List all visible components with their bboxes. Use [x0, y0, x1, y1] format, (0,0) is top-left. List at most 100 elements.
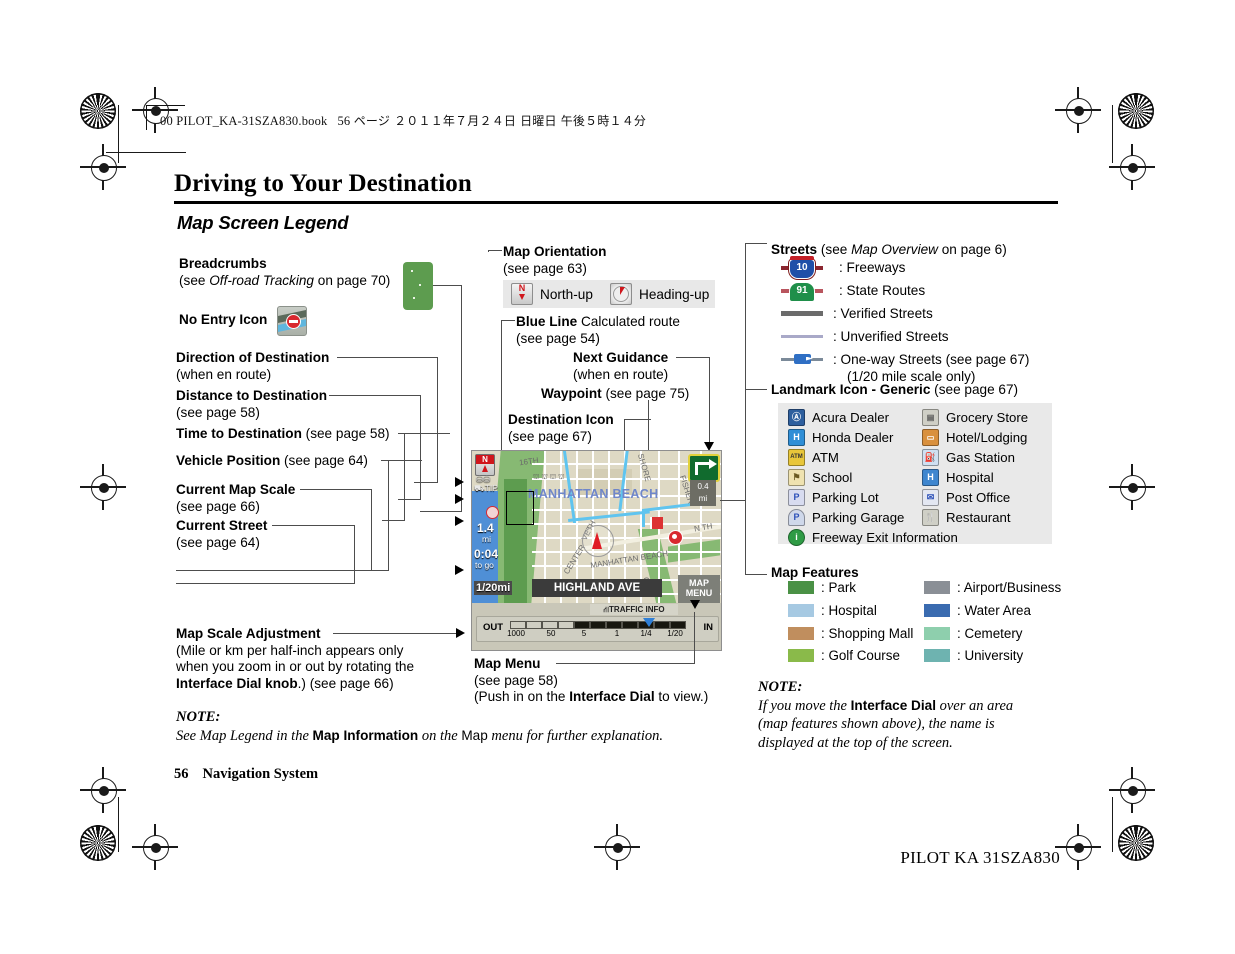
parking-lot-icon: P	[788, 489, 805, 506]
streets-row-label: : Verified Streets	[833, 306, 933, 321]
distance-to-destination-value: 1.4	[477, 521, 494, 535]
map-scale-adjustment-bar[interactable]: ⛙TRAFFIC INFO OUT IN 1000 50 5 1 1/4 1/2…	[472, 603, 721, 650]
hospital-color-swatch	[788, 604, 814, 617]
direction-to-destination-icon	[486, 506, 499, 519]
map-scale-adjustment-bold: Map Scale Adjustment	[176, 626, 321, 641]
map-orientation-indicator[interactable]: N	[475, 454, 495, 476]
label-distance-bold: Distance to Destination	[176, 388, 328, 403]
airport-business-color-swatch	[924, 581, 950, 594]
label-direction-sub: (when en route)	[176, 366, 272, 382]
note-right-head: NOTE:	[758, 679, 803, 695]
golf-course-color-swatch	[788, 649, 814, 662]
freeway-exit-info-icon: i	[788, 529, 805, 546]
map-feature-airport-business: : Airport/Business	[924, 580, 1061, 595]
label-blue-line-rest: Calculated route	[577, 314, 680, 329]
label-destination-icon-sub: (see page 67)	[508, 428, 592, 444]
map-feature-hospital: : Hospital	[788, 603, 877, 618]
interstate-number: 10	[796, 261, 808, 273]
acura-dealer-icon: Ⓐ	[788, 409, 805, 426]
footer-page-number: 56	[174, 766, 189, 782]
page-title: Driving to Your Destination	[174, 170, 472, 197]
landmark-acura-dealer: Ⓐ Acura Dealer	[788, 409, 889, 426]
time-to-destination-value: 0:04	[474, 547, 499, 561]
traffic-info-tab[interactable]: ⛙TRAFFIC INFO	[590, 604, 678, 615]
landmark-icon-panel: Ⓐ Acura Dealer H Honda Dealer ATM ATM ⚑ Scho…	[778, 403, 1052, 546]
freeway-line-swatch: 10	[781, 255, 823, 279]
heading-up-label: Heading-up	[639, 286, 710, 302]
map-hud-left: N ⛁⛁ ⛟TIP 1.4 mi 0:04 to go 1/20mi	[474, 454, 513, 595]
label-next-guidance-bold: Next Guidance	[573, 350, 669, 365]
map-feature-cemetery: : Cemetery	[924, 626, 1022, 641]
label-destination-icon-bold: Destination Icon	[508, 412, 614, 427]
registration-mark-bl-b	[80, 767, 126, 813]
distance-unit: mi	[482, 534, 491, 544]
landmark-heading-bold: Landmark Icon - Generic	[771, 382, 931, 397]
shopping-mall-color-swatch	[788, 627, 814, 640]
map-feature-shopping-mall: : Shopping Mall	[788, 626, 913, 641]
density-target-top-left	[80, 93, 116, 129]
map-feature-golf-course: : Golf Course	[788, 648, 900, 663]
footer-section: Navigation System	[202, 766, 319, 782]
registration-mark-tr-b	[1109, 144, 1155, 190]
registration-mark-tr-a	[1055, 87, 1101, 133]
landmark-school: ⚑ School	[788, 469, 852, 486]
orientation-options-strip: N North-up Heading-up	[503, 280, 715, 308]
label-blue-line-sub: (see page 54)	[516, 330, 600, 346]
scale-tick: 5	[581, 629, 587, 638]
breadcrumbs-callout-box	[506, 491, 534, 525]
density-target-top-right	[1118, 93, 1154, 129]
scale-tick: 1	[614, 629, 620, 638]
scale-slider-knob[interactable]	[643, 618, 655, 627]
streets-row-label: : Unverified Streets	[833, 329, 949, 344]
destination-icon	[668, 530, 683, 545]
streets-row-label: : One-way Streets (see page 67)	[833, 352, 1030, 367]
label-waypoint: Waypoint (see page 75)	[541, 386, 689, 403]
grocery-store-icon: ▤	[922, 409, 939, 426]
scale-tick: 1/4	[640, 629, 652, 638]
landmark-honda-dealer: H Honda Dealer	[788, 429, 893, 446]
landmark-heading: Landmark Icon - Generic (see page 67)	[771, 382, 1018, 399]
registration-mark-tl-b	[80, 144, 126, 190]
label-next-guidance: Next Guidance (when en route)	[573, 350, 668, 383]
label-vehicle-bold: Vehicle Position	[176, 453, 281, 468]
label-vehicle-position: Vehicle Position (see page 64)	[176, 453, 368, 470]
landmark-grocery-store: ▤ Grocery Store	[922, 409, 1028, 426]
map-menu-button[interactable]: MAP MENU	[678, 575, 720, 603]
landmark-parking-lot: P Parking Lot	[788, 489, 879, 506]
map-menu-line1: MAP	[689, 578, 709, 588]
state-route-shield-icon: 91	[789, 281, 815, 302]
landmark-parking-garage: P Parking Garage	[788, 509, 904, 526]
map-menu-line2: MENU	[685, 588, 713, 598]
navigation-screen-screenshot[interactable]: ⛫ ⛫ ⛫ ⛫ 16TH VETH CENTER MANHATTAN BEACH…	[471, 450, 722, 651]
note-left: NOTE: See Map Legend in the Map Informat…	[176, 709, 663, 744]
map-canvas[interactable]: ⛫ ⛫ ⛫ ⛫ 16TH VETH CENTER MANHATTAN BEACH…	[472, 451, 721, 603]
label-scale-sub: (see page 66)	[176, 498, 260, 514]
water-area-color-swatch	[924, 604, 950, 617]
scale-slider[interactable]: OUT IN 1000 50 5 1 1/4 1/20	[476, 616, 719, 642]
next-guidance-icon	[688, 454, 720, 482]
label-waypoint-sub: (see page 75)	[601, 386, 690, 401]
next-guidance-distance: 0.4 mi	[690, 480, 716, 506]
label-breadcrumbs-bold: Breadcrumbs	[179, 256, 267, 271]
honda-dealer-icon: H	[788, 429, 805, 446]
hospital-icon: H	[922, 469, 939, 486]
no-entry-icon	[277, 306, 307, 336]
trim-line	[118, 105, 120, 163]
label-blue-line: Blue Line Calculated route (see page 54)	[516, 314, 680, 347]
breadcrumb-swatch	[403, 262, 433, 310]
streets-row-label: : State Routes	[839, 283, 926, 298]
map-feature-university: : University	[924, 648, 1023, 663]
interstate-shield-icon: 10	[789, 255, 815, 279]
north-up-label: North-up	[540, 286, 593, 302]
label-destination-icon: Destination Icon (see page 67)	[508, 412, 614, 445]
map-area-name: MANHATTAN BEACH	[528, 487, 659, 501]
scale-tick: 1/20	[667, 629, 683, 638]
note-left-head: NOTE:	[176, 709, 221, 725]
landmark-heading-rest: (see page 67)	[930, 382, 1019, 397]
orientation-option-north-up[interactable]: N North-up	[511, 283, 593, 305]
orientation-option-heading-up[interactable]: Heading-up	[610, 283, 709, 305]
title-rule	[174, 201, 1058, 204]
landmark-post-office: ✉ Post Office	[922, 489, 1010, 506]
label-scale-bold: Current Map Scale	[176, 482, 296, 497]
registration-mark-bl-a	[132, 824, 178, 870]
